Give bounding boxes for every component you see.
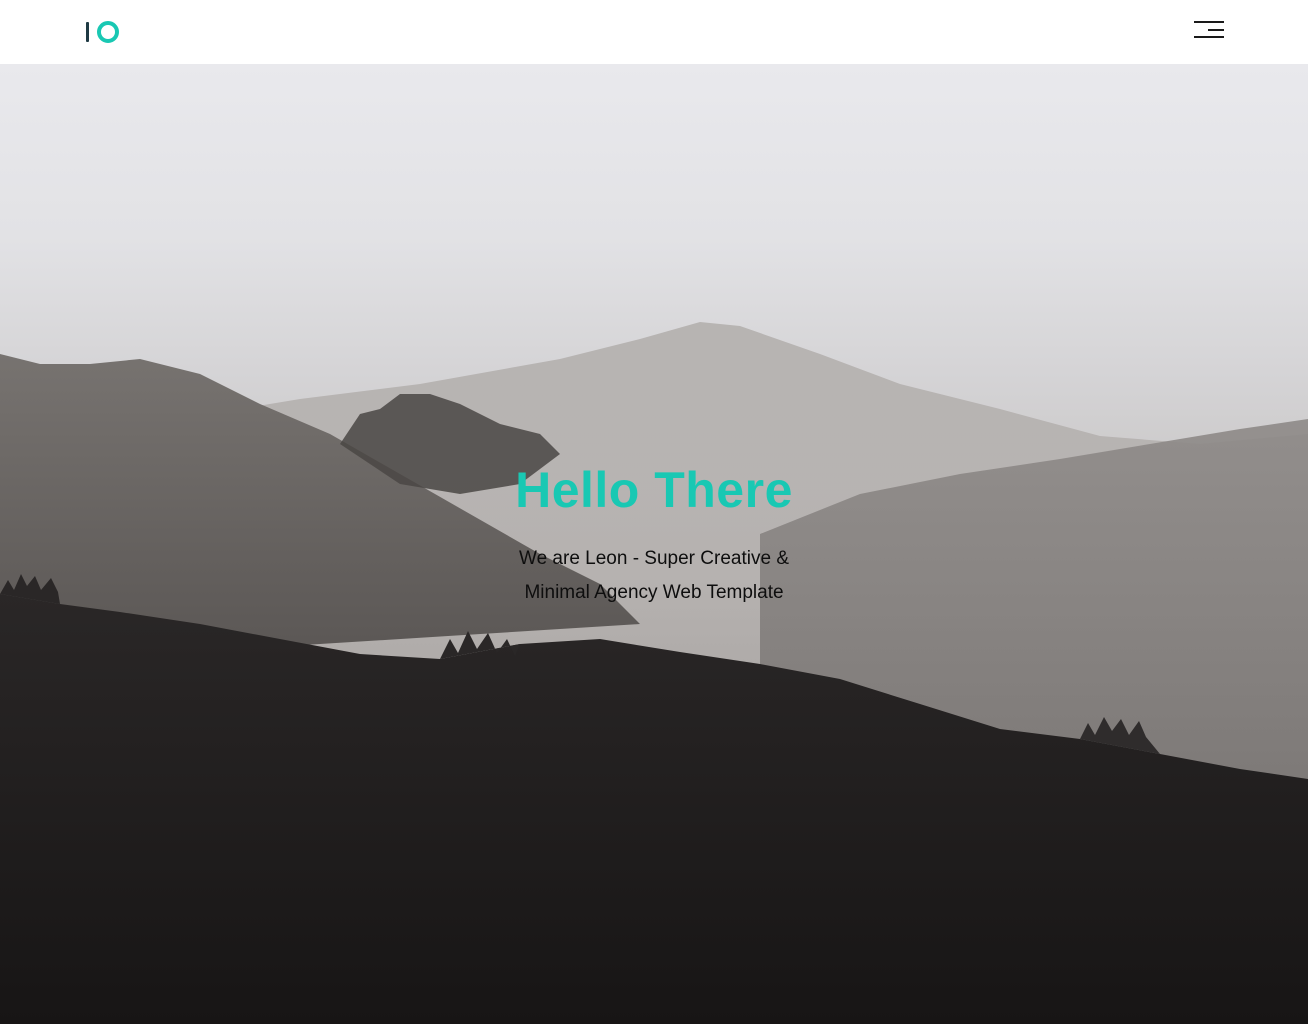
logo-bar bbox=[86, 22, 89, 42]
hamburger-line bbox=[1208, 29, 1224, 31]
hero-title: Hello There bbox=[515, 462, 793, 518]
site-header bbox=[0, 0, 1308, 64]
menu-button[interactable] bbox=[1190, 18, 1228, 44]
hamburger-line bbox=[1194, 36, 1224, 38]
logo-icon[interactable] bbox=[86, 21, 120, 43]
hero-content: Hello There We are Leon - Super Creative… bbox=[0, 460, 1308, 610]
hero-section: Hello There We are Leon - Super Creative… bbox=[0, 64, 1308, 1024]
hero-subtitle: We are Leon - Super Creative & Minimal A… bbox=[518, 548, 789, 603]
logo-ring bbox=[97, 21, 119, 43]
hamburger-menu-icon bbox=[1194, 21, 1224, 23]
